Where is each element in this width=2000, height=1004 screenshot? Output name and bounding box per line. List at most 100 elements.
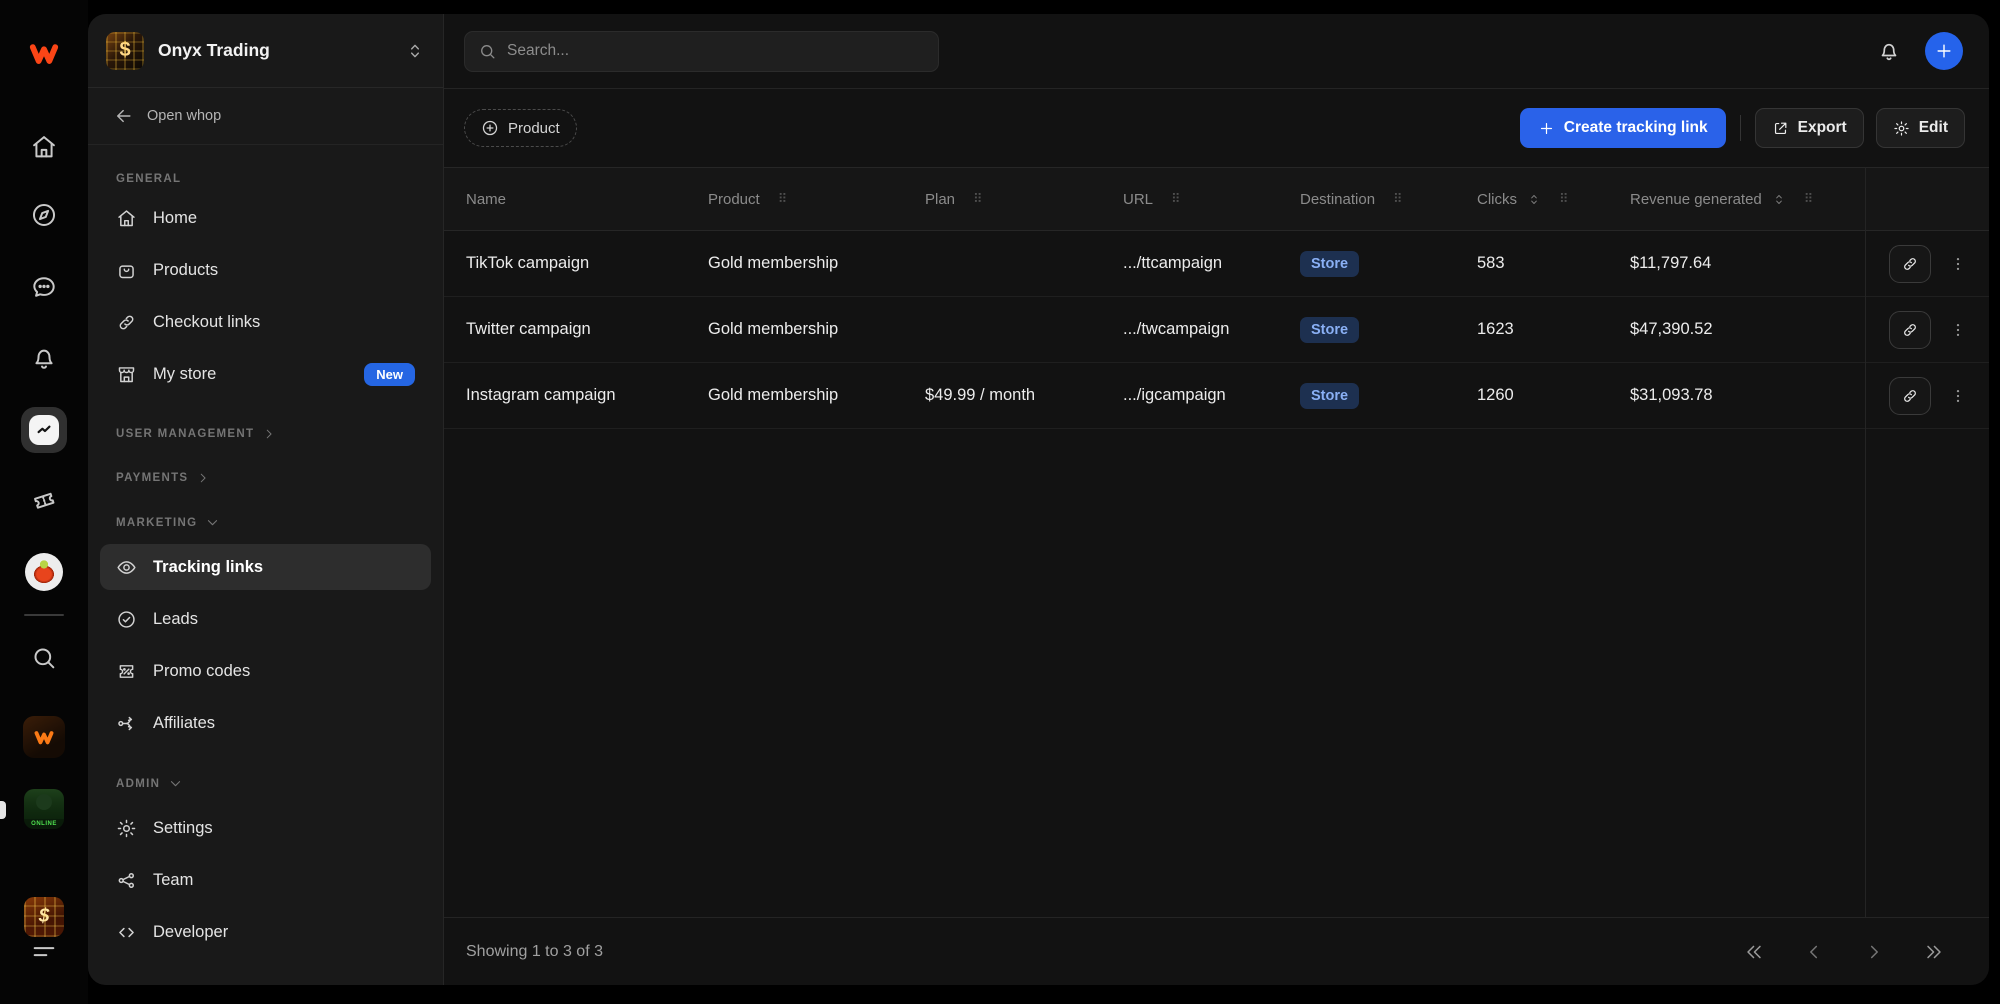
pagination <box>1743 941 1945 963</box>
search-icon[interactable] <box>30 644 58 672</box>
workspace-switcher[interactable]: $ Onyx Trading <box>88 14 443 88</box>
community-avatar-fire[interactable]: $ <box>24 897 64 937</box>
topbar <box>444 14 1989 89</box>
create-new-button[interactable] <box>1925 32 1963 70</box>
notifications-bell-icon[interactable] <box>1877 39 1901 63</box>
table: Name Product⠿ Plan⠿ URL⠿ Destination⠿ Cl… <box>444 167 1989 917</box>
rail-item-dashboard-selected[interactable] <box>21 407 67 453</box>
sort-icon[interactable] <box>1527 192 1541 207</box>
copy-link-button[interactable] <box>1889 311 1931 349</box>
col-header-destination: Destination <box>1300 191 1375 208</box>
plus-circle-icon <box>481 119 499 137</box>
ticket-icon[interactable] <box>30 486 58 514</box>
drag-handle-icon[interactable]: ⠿ <box>1804 191 1813 207</box>
copy-link-button[interactable] <box>1889 377 1931 415</box>
sidebar-item-label: Tracking links <box>153 558 263 577</box>
cell-clicks: 1623 <box>1477 320 1630 339</box>
section-marketing[interactable]: MARKETING <box>116 515 415 530</box>
notifications-bell-icon[interactable] <box>30 344 58 372</box>
sidebar-item-team[interactable]: Team <box>100 857 431 903</box>
sort-icon[interactable] <box>1772 192 1786 207</box>
sidebar-nav: GENERAL Home Products Checkout links My … <box>88 145 443 985</box>
sidebar-item-label: Leads <box>153 610 198 629</box>
section-user-management[interactable]: USER MANAGEMENT <box>116 427 415 441</box>
messages-icon[interactable] <box>30 273 58 301</box>
sidebar-item-label: Promo codes <box>153 662 250 681</box>
table-footer: Showing 1 to 3 of 3 <box>444 917 1989 985</box>
section-admin[interactable]: ADMIN <box>116 776 415 791</box>
drag-handle-icon[interactable]: ⠿ <box>778 191 787 207</box>
row-menu-button[interactable] <box>1949 321 1967 339</box>
pagination-status: Showing 1 to 3 of 3 <box>466 943 603 961</box>
community-avatar-green[interactable]: ONLINE <box>24 789 64 829</box>
cell-url: .../ttcampaign <box>1123 254 1300 273</box>
last-page-button[interactable] <box>1923 941 1945 963</box>
home-icon[interactable] <box>30 133 58 161</box>
edit-button[interactable]: Edit <box>1876 108 1965 148</box>
main-content: Product Create tracking link Export Edit <box>444 14 1989 985</box>
sidebar-item-label: Affiliates <box>153 714 215 733</box>
product-filter-chip[interactable]: Product <box>464 109 577 147</box>
table-row[interactable]: Twitter campaign Gold membership .../twc… <box>444 297 1989 363</box>
prev-page-button[interactable] <box>1803 941 1825 963</box>
sidebar-item-label: Developer <box>153 923 228 942</box>
actions-column-separator <box>1865 167 1866 917</box>
drag-handle-icon[interactable]: ⠿ <box>1559 191 1568 207</box>
sidebar-item-home[interactable]: Home <box>100 195 431 241</box>
drag-handle-icon[interactable]: ⠿ <box>1171 191 1180 207</box>
sidebar-item-affiliates[interactable]: Affiliates <box>100 700 431 746</box>
destination-badge: Store <box>1300 317 1359 343</box>
open-whop-label: Open whop <box>147 108 221 124</box>
community-avatar-red[interactable] <box>25 553 63 591</box>
search-box[interactable] <box>464 31 939 72</box>
app-panel: $ Onyx Trading Open whop GENERAL Home Pr… <box>88 14 1989 985</box>
cell-revenue: $31,093.78 <box>1630 386 1866 405</box>
cell-product: Gold membership <box>708 386 925 405</box>
col-header-url: URL <box>1123 191 1153 208</box>
discover-compass-icon[interactable] <box>30 201 58 229</box>
menu-lines-icon[interactable] <box>30 937 58 965</box>
next-page-button[interactable] <box>1863 941 1885 963</box>
whop-logo-icon[interactable] <box>24 38 64 68</box>
sidebar-item-tracking-links[interactable]: Tracking links <box>100 544 431 590</box>
table-header-row: Name Product⠿ Plan⠿ URL⠿ Destination⠿ Cl… <box>444 167 1989 231</box>
toolbar: Product Create tracking link Export Edit <box>444 89 1989 167</box>
sidebar-item-label: Checkout links <box>153 313 260 332</box>
cell-name: Instagram campaign <box>466 386 708 405</box>
open-whop-link[interactable]: Open whop <box>88 88 443 145</box>
table-row[interactable]: TikTok campaign Gold membership .../ttca… <box>444 231 1989 297</box>
section-payments[interactable]: PAYMENTS <box>116 471 415 485</box>
sidebar-item-label: Settings <box>153 819 213 838</box>
sidebar-item-label: Home <box>153 209 197 228</box>
sidebar-item-settings[interactable]: Settings <box>100 805 431 851</box>
cell-clicks: 583 <box>1477 254 1630 273</box>
new-badge: New <box>364 363 415 386</box>
product-filter-label: Product <box>508 120 560 137</box>
cell-clicks: 1260 <box>1477 386 1630 405</box>
sidebar-item-my-store[interactable]: My store New <box>100 351 431 397</box>
sidebar-item-checkout-links[interactable]: Checkout links <box>100 299 431 345</box>
create-tracking-link-button[interactable]: Create tracking link <box>1520 108 1726 148</box>
whop-app-avatar[interactable] <box>23 716 65 758</box>
row-menu-button[interactable] <box>1949 255 1967 273</box>
chevron-down-icon <box>168 776 183 791</box>
drag-handle-icon[interactable]: ⠿ <box>973 191 982 207</box>
drag-handle-icon[interactable]: ⠿ <box>1393 191 1402 207</box>
sidebar: $ Onyx Trading Open whop GENERAL Home Pr… <box>88 14 444 985</box>
trend-line-icon <box>29 415 59 445</box>
sidebar-item-promo-codes[interactable]: Promo codes <box>100 648 431 694</box>
row-menu-button[interactable] <box>1949 387 1967 405</box>
sidebar-item-products[interactable]: Products <box>100 247 431 293</box>
plus-icon <box>1538 120 1555 137</box>
link-icon <box>116 312 137 333</box>
sidebar-item-leads[interactable]: Leads <box>100 596 431 642</box>
sidebar-item-developer[interactable]: Developer <box>100 909 431 955</box>
table-row[interactable]: Instagram campaign Gold membership $49.9… <box>444 363 1989 429</box>
first-page-button[interactable] <box>1743 941 1765 963</box>
search-input[interactable] <box>507 42 925 60</box>
export-button[interactable]: Export <box>1755 108 1864 148</box>
copy-link-button[interactable] <box>1889 245 1931 283</box>
cell-url: .../igcampaign <box>1123 386 1300 405</box>
col-header-name: Name <box>466 191 506 208</box>
plus-icon <box>1934 41 1954 61</box>
